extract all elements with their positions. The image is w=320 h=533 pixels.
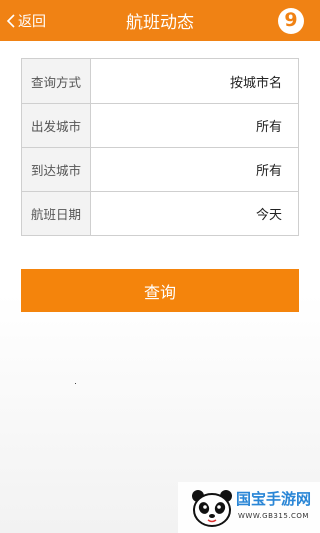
page-title: 航班动态 [126, 13, 194, 33]
departure-city-row[interactable]: 出发城市 所有 [22, 103, 298, 147]
row-value: 按城市名 [229, 75, 282, 91]
row-label: 到达城市 [22, 148, 91, 191]
search-form: 查询方式 按城市名 出发城市 所有 到达城市 所有 航班日期 今天 [21, 58, 299, 236]
query-button[interactable]: 查询 [21, 269, 299, 312]
app-logo-icon[interactable]: 9 [278, 8, 304, 34]
watermark-text: 国宝手游网 [236, 490, 312, 508]
query-mode-row[interactable]: 查询方式 按城市名 [22, 59, 298, 103]
row-label: 出发城市 [22, 104, 91, 147]
top-bar: 返回 航班动态 9 [0, 0, 320, 41]
row-value: 所有 [255, 164, 282, 179]
row-label: 航班日期 [22, 192, 91, 235]
row-value: 所有 [255, 120, 282, 135]
app-logo-glyph: 9 [284, 9, 298, 31]
watermark-url: WWW.GB315.COM [238, 512, 309, 520]
watermark: 国宝手游网 WWW.GB315.COM [178, 482, 320, 533]
panda-icon [190, 488, 234, 528]
row-value: 今天 [255, 208, 282, 223]
row-label: 查询方式 [22, 59, 91, 103]
flight-date-row[interactable]: 航班日期 今天 [22, 191, 298, 235]
stray-dot [75, 383, 76, 384]
arrival-city-row[interactable]: 到达城市 所有 [22, 147, 298, 191]
